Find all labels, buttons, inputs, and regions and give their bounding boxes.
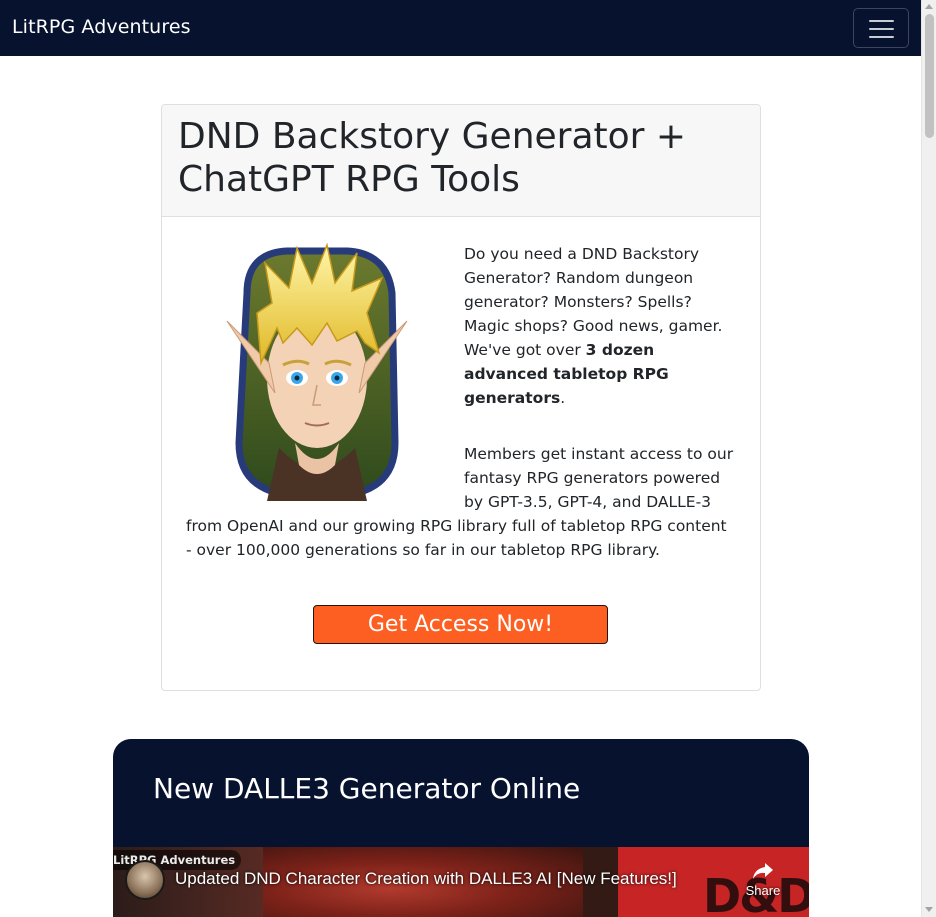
- page-title: DND Backstory Generator + ChatGPT RPG To…: [178, 116, 687, 200]
- page-scrollbar[interactable]: [921, 0, 936, 917]
- brand-link[interactable]: LitRPG Adventures: [12, 16, 191, 38]
- promo-title: New DALLE3 Generator Online: [153, 772, 581, 805]
- intro-text-block: Do you need a DND Backstory Generator? R…: [186, 242, 736, 562]
- youtube-video-embed[interactable]: D&D+AI LitRPG Adventures Updated DND Cha…: [113, 847, 809, 917]
- video-share-button[interactable]: Share: [741, 861, 785, 898]
- share-label: Share: [745, 883, 781, 898]
- scroll-up-icon[interactable]: [925, 4, 933, 9]
- menu-toggle-button[interactable]: [853, 8, 909, 48]
- channel-avatar[interactable]: [125, 860, 165, 900]
- navbar: LitRPG Adventures: [0, 0, 921, 56]
- scroll-down-icon[interactable]: [925, 907, 933, 912]
- hero-card: DND Backstory Generator + ChatGPT RPG To…: [161, 104, 761, 691]
- dalle-promo-section: New DALLE3 Generator Online D&D+AI LitRP…: [113, 739, 809, 917]
- video-title-link[interactable]: Updated DND Character Creation with DALL…: [175, 869, 677, 889]
- share-arrow-icon: [753, 863, 773, 879]
- scrollbar-thumb[interactable]: [925, 14, 934, 138]
- get-access-button[interactable]: Get Access Now!: [313, 605, 608, 644]
- card-header: DND Backstory Generator + ChatGPT RPG To…: [162, 105, 760, 217]
